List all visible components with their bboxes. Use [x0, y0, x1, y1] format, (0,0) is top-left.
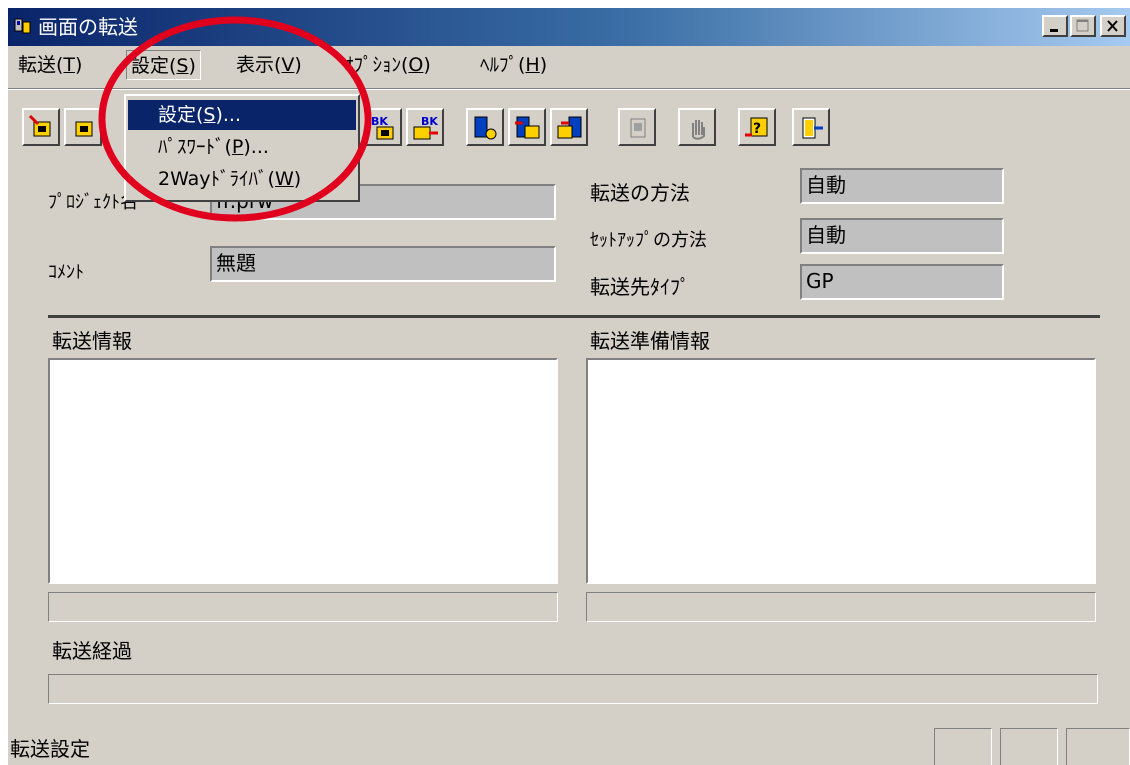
close-button[interactable]: [1100, 15, 1126, 37]
help-icon: ?: [745, 117, 768, 137]
dropdown-2way-key: W: [274, 168, 294, 190]
dropdown-item-password[interactable]: ﾊﾟｽﾜｰﾄﾞ(P)...: [128, 132, 356, 162]
title-bar[interactable]: 画面の転送: [8, 8, 1130, 46]
maximize-button[interactable]: [1070, 15, 1096, 37]
progress-label: 転送経過: [52, 639, 132, 663]
dropdown-2way-tail: ): [293, 168, 302, 190]
transfer-progress-bar: [48, 674, 1098, 704]
menu-view[interactable]: 表示(V): [232, 50, 306, 80]
dropdown-item-2way-driver[interactable]: 2Wayﾄﾞﾗｲﾊﾞ(W): [128, 164, 356, 194]
menu-help-tail: ): [539, 54, 548, 76]
target-type-field: GP: [800, 264, 1004, 300]
exit-icon: [802, 117, 823, 139]
transfer-info-list[interactable]: [48, 358, 558, 584]
status-panel-2: [1000, 728, 1058, 765]
transfer-info-label: 転送情報: [52, 329, 132, 353]
comment-label: ｺﾒﾝﾄ: [48, 262, 84, 283]
prep-info-label: 転送準備情報: [590, 329, 710, 353]
menu-options-key: O: [408, 54, 424, 76]
setup-method-label: ｾｯﾄｱｯﾌﾟの方法: [590, 230, 707, 251]
book-send-icon: [515, 116, 540, 139]
send-receive-icon: [75, 121, 93, 137]
menu-help-label: ﾍﾙﾌﾟ(: [480, 54, 526, 76]
comment-field: 無題: [210, 246, 556, 282]
menu-options[interactable]: ｵﾌﾟｼｮﾝ(O): [340, 50, 435, 80]
menu-transfer-key: T: [63, 54, 76, 76]
transfer-window: 画面の転送 転送(T) 設定(S) 表示(V) ｵﾌﾟｼｮﾝ(O) ﾍﾙﾌﾟ(H…: [8, 8, 1130, 765]
menu-bar: 転送(T) 設定(S) 表示(V) ｵﾌﾟｼｮﾝ(O) ﾍﾙﾌﾟ(H): [8, 48, 1130, 84]
dropdown-settings-tail: )...: [215, 104, 242, 126]
menu-view-label: 表示(: [236, 54, 282, 76]
menu-view-key: V: [281, 54, 295, 76]
menu-help-key: H: [525, 54, 540, 76]
target-type-label: 転送先ﾀｲﾌﾟ: [590, 275, 690, 299]
send-button[interactable]: [22, 108, 60, 146]
menu-view-tail: ): [294, 54, 302, 76]
status-text: 転送設定: [10, 737, 90, 761]
disabled-button[interactable]: [618, 108, 656, 146]
app-icon: [14, 18, 31, 34]
menu-settings-key: S: [176, 55, 189, 77]
setup-method-field: 自動: [800, 218, 1004, 254]
menu-transfer-tail: ): [75, 54, 83, 76]
exit-button[interactable]: [792, 108, 830, 146]
close-icon: [1107, 20, 1118, 32]
backup-send-button[interactable]: BK: [406, 108, 444, 146]
prep-info-list[interactable]: [586, 358, 1096, 584]
menu-settings-tail: ): [188, 55, 196, 77]
book-gear-button[interactable]: [466, 108, 504, 146]
minimize-button[interactable]: [1042, 15, 1068, 37]
window-title: 画面の転送: [38, 15, 138, 39]
menu-settings[interactable]: 設定(S): [126, 50, 201, 80]
disabled-icon: [630, 118, 646, 138]
book-receive-button[interactable]: [550, 108, 588, 146]
dropdown-item-settings[interactable]: 設定(S)...: [128, 100, 356, 130]
status-bar: 転送設定: [8, 728, 1130, 765]
backup-icon: BK: [371, 115, 394, 140]
menu-options-label: ｵﾌﾟｼｮﾝ(: [344, 54, 409, 76]
book-receive-icon: [557, 116, 582, 139]
menu-help[interactable]: ﾍﾙﾌﾟ(H): [476, 50, 551, 80]
help-button[interactable]: ?: [738, 108, 776, 146]
menu-separator: [8, 88, 1130, 90]
hand-button[interactable]: [678, 108, 716, 146]
hand-icon: [692, 120, 705, 140]
book-send-button[interactable]: [508, 108, 546, 146]
menu-transfer-label: 転送(: [18, 54, 64, 76]
minimize-icon: [1050, 29, 1058, 32]
maximize-icon: [1076, 19, 1089, 32]
status-panel-1: [934, 728, 992, 765]
dropdown-password-key: P: [231, 136, 244, 158]
backup-send-icon: BK: [413, 115, 438, 140]
settings-dropdown: 設定(S)... ﾊﾟｽﾜｰﾄﾞ(P)... 2Wayﾄﾞﾗｲﾊﾞ(W): [124, 94, 360, 202]
svg-text:BK: BK: [371, 115, 388, 128]
menu-settings-label: 設定(: [131, 55, 177, 77]
section-divider: [48, 315, 1100, 318]
transfer-method-label: 転送の方法: [590, 181, 690, 205]
send-icon: [28, 114, 51, 137]
dropdown-password-tail: )...: [243, 136, 269, 158]
send-receive-button[interactable]: [64, 108, 102, 146]
backup-button[interactable]: BK: [364, 108, 402, 146]
transfer-method-field: 自動: [800, 168, 1004, 204]
transfer-info-bar: [48, 592, 558, 622]
menu-options-tail: ): [423, 54, 431, 76]
menu-transfer[interactable]: 転送(T): [14, 50, 86, 80]
status-panel-3: [1066, 728, 1130, 765]
dropdown-password-label: ﾊﾟｽﾜｰﾄﾞ(: [158, 136, 232, 158]
dropdown-settings-label: 設定(: [158, 104, 204, 126]
book-gear-icon: [474, 116, 497, 140]
prep-info-bar: [586, 592, 1096, 622]
svg-text:BK: BK: [421, 115, 438, 128]
svg-text:?: ?: [753, 121, 761, 137]
dropdown-settings-key: S: [203, 104, 216, 126]
dropdown-2way-label: 2Wayﾄﾞﾗｲﾊﾞ(: [158, 168, 275, 190]
